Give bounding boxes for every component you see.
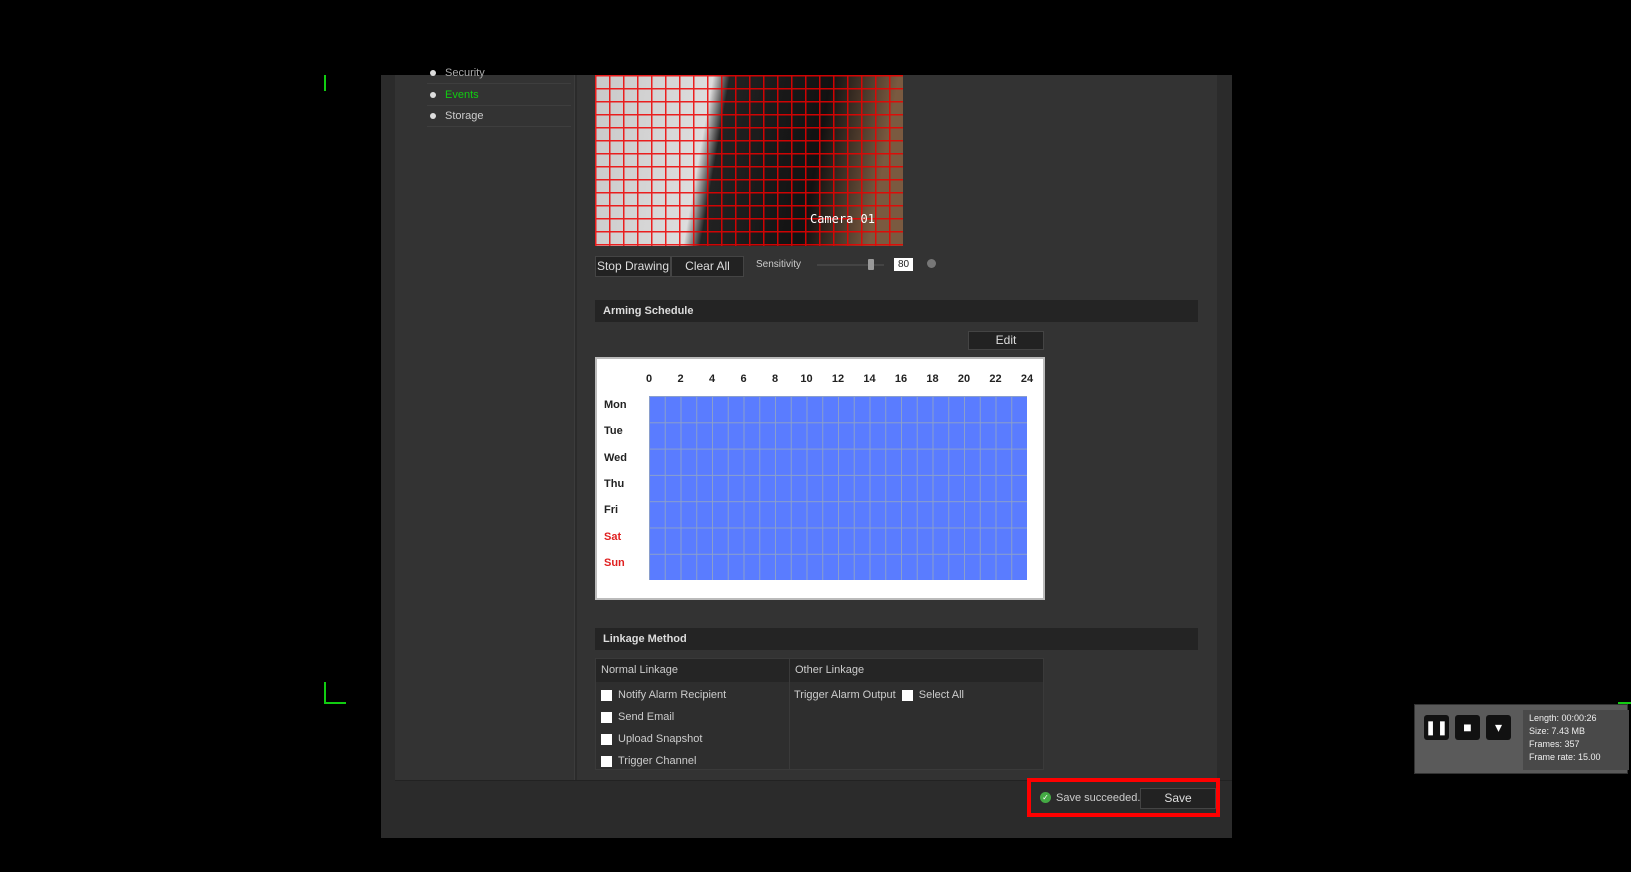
hour-label: 16 <box>894 373 908 385</box>
hour-label: 12 <box>831 373 845 385</box>
hour-label: 10 <box>800 373 813 385</box>
linkage-option[interactable]: Trigger Channel <box>601 754 696 768</box>
linkage-method-header: Linkage Method <box>595 628 1198 650</box>
linkage-option[interactable]: Upload Snapshot <box>601 732 702 746</box>
linkage-option-label: Send Email <box>618 711 675 723</box>
linkage-checkbox[interactable] <box>601 711 612 723</box>
day-label: Sun <box>604 556 625 569</box>
motion-detection-video[interactable]: Camera 01 <box>595 75 903 246</box>
linkage-table: Normal Linkage Other Linkage Notify Alar… <box>595 658 1044 770</box>
linkage-option[interactable]: Send Email <box>601 710 674 724</box>
trigger-alarm-output: Trigger Alarm Output Select All <box>794 688 964 702</box>
stop-drawing-button[interactable]: Stop Drawing <box>595 256 671 277</box>
linkage-checkbox[interactable] <box>601 733 612 745</box>
recording-info: Length: 00:00:26 Size: 7.43 MB Frames: 3… <box>1523 710 1629 770</box>
hour-label: 0 <box>645 373 653 385</box>
sidebar-item-security[interactable]: Security <box>427 63 571 84</box>
stop-icon[interactable]: ■ <box>1455 715 1480 740</box>
day-label: Fri <box>604 504 619 517</box>
select-all-checkbox[interactable] <box>901 689 913 701</box>
sensitivity-label: Sensitivity <box>756 259 802 270</box>
recording-size: Size: 7.43 MB <box>1529 726 1586 736</box>
sidebar-item-events[interactable]: Events <box>427 85 571 106</box>
arming-schedule-grid: 0 2 4 6 8 10 12 14 16 18 20 22 24 Mon Tue Wed Thu Fri Sat… <box>595 357 1045 600</box>
day-label: Mon <box>604 399 627 411</box>
capture-corner-marker <box>324 702 346 704</box>
hour-label: 4 <box>708 373 716 385</box>
normal-linkage-header: Normal Linkage <box>596 659 789 682</box>
clear-all-button[interactable]: Clear All <box>671 256 744 277</box>
schedule-blocks[interactable] <box>649 396 1027 580</box>
day-label: Sat <box>604 530 622 543</box>
linkage-option-label: Notify Alarm Recipient <box>618 689 727 701</box>
lightbulb-icon <box>927 259 936 268</box>
linkage-option[interactable]: Notify Alarm Recipient <box>601 688 726 702</box>
day-label: Thu <box>604 477 625 490</box>
hour-label: 6 <box>740 373 747 385</box>
capture-corner-marker <box>324 75 326 91</box>
hour-label: 2 <box>677 373 684 385</box>
edit-schedule-button[interactable]: Edit <box>968 331 1044 350</box>
linkage-checkbox[interactable] <box>601 689 612 701</box>
other-linkage-header: Other Linkage <box>789 659 1043 682</box>
hour-label: 24 <box>1020 373 1034 385</box>
sensitivity-slider[interactable] <box>817 259 884 270</box>
camera-overlay-label: Camera 01 <box>809 212 875 226</box>
sidebar-item-storage[interactable]: Storage <box>427 106 571 127</box>
dropdown-icon[interactable]: ▾ <box>1486 715 1511 740</box>
hour-label: 8 <box>771 373 779 385</box>
linkage-checkbox[interactable] <box>601 755 612 767</box>
capture-corner-marker <box>1618 702 1631 704</box>
highlight-box <box>1027 778 1220 817</box>
day-label: Tue <box>604 425 623 438</box>
select-all-label: Select All <box>918 689 964 701</box>
slider-thumb[interactable] <box>867 259 874 270</box>
hour-label: 18 <box>926 373 939 385</box>
recorder-widget: ❚❚ ■ ▾ Length: 00:00:26 Size: 7.43 MB Fr… <box>1414 704 1629 774</box>
hour-label: 20 <box>957 373 971 385</box>
hour-label: 14 <box>863 373 876 385</box>
recording-length: Length: 00:00:26 <box>1529 713 1597 723</box>
sensitivity-value: 80 <box>894 258 913 271</box>
linkage-option-label: Trigger Channel <box>618 755 697 767</box>
hour-label: 22 <box>989 373 1002 385</box>
recording-frame-rate: Frame rate: 15.00 <box>1529 752 1601 762</box>
day-label: Wed <box>604 451 628 464</box>
linkage-option-label: Upload Snapshot <box>618 733 703 745</box>
pause-icon[interactable]: ❚❚ <box>1424 715 1449 740</box>
trigger-alarm-output-label: Trigger Alarm Output <box>794 689 896 701</box>
sidebar-nav: Security Events Storage <box>395 67 575 780</box>
recording-frames: Frames: 357 <box>1529 739 1580 749</box>
capture-corner-marker <box>324 682 326 704</box>
arming-schedule-header: Arming Schedule <box>595 300 1198 322</box>
